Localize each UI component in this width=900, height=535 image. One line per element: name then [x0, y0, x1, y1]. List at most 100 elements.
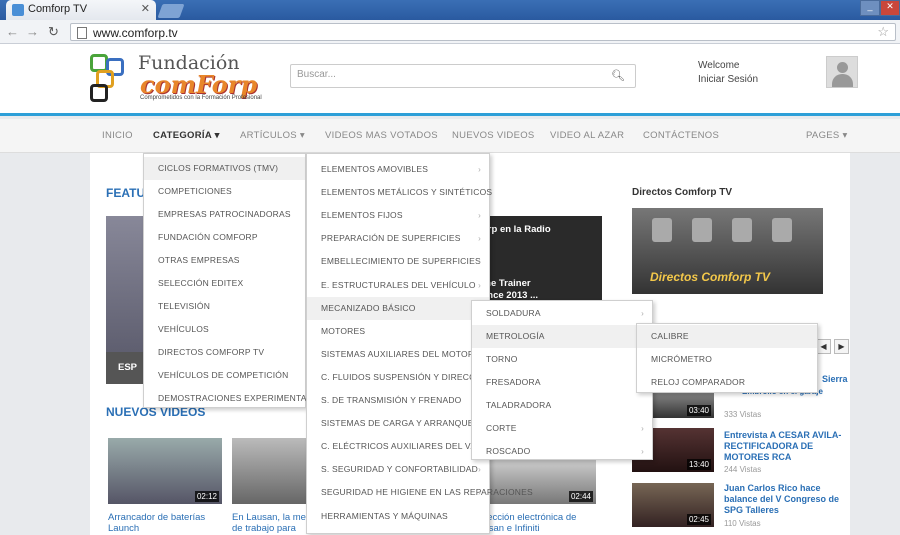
menu-categoria[interactable]: CATEGORÍA ▾ [153, 130, 220, 141]
browser-toolbar: ← → ↻ www.comforp.tv ☆ [0, 20, 900, 44]
mecanizado-item-label: CORTE [486, 423, 517, 433]
mecanizado-item[interactable]: FRESADORA [472, 371, 652, 394]
ciclos-item[interactable]: ELEMENTOS FIJOS › [307, 204, 489, 227]
carousel-next-button[interactable]: ▶ [834, 339, 849, 354]
ciclos-item-label: SEGURIDAD HE HIGIENE EN LAS REPARACIONES [321, 487, 533, 498]
category-item[interactable]: COMPETICIONES [144, 180, 305, 203]
mecanizado-item[interactable]: CORTE › [472, 417, 652, 440]
menu-videos-mas-votados[interactable]: VIDEOS MAS VOTADOS [325, 130, 438, 141]
ciclos-item[interactable]: EMBELLECIMIENTO DE SUPERFICIES › [307, 250, 489, 273]
submenu-arrow-icon: › [478, 234, 481, 244]
logo-icon[interactable] [90, 54, 136, 106]
sidebar-title-3[interactable]: Juan Carlos Rico hace balance del V Cong… [724, 483, 846, 516]
ciclos-item[interactable]: S. SEGURIDAD Y CONFORTABILIDAD › [307, 458, 489, 481]
menu-pages[interactable]: PAGES ▾ [806, 130, 848, 141]
ciclos-item[interactable]: SEGURIDAD HE HIGIENE EN LAS REPARACIONES… [307, 481, 533, 504]
video-caption-1[interactable]: Arrancador de baterías Launch [108, 512, 222, 534]
ciclos-item-label: S. SEGURIDAD Y CONFORTABILIDAD [321, 464, 478, 475]
forward-icon[interactable]: → [26, 24, 39, 39]
sidebar-thumb-3[interactable]: 02:45 [632, 483, 714, 527]
video-duration: 13:40 [686, 459, 711, 470]
metrologia-item-label: CALIBRE [651, 331, 689, 341]
category-item[interactable]: EMPRESAS PATROCINADORAS [144, 203, 305, 226]
category-item[interactable]: DEMOSTRACIONES EXPERIMENTALES [144, 387, 323, 410]
login-link[interactable]: Iniciar Sesión [698, 73, 758, 87]
ciclos-item[interactable]: E. ESTRUCTURALES DEL VEHÍCULO › [307, 274, 489, 297]
category-item[interactable]: DIRECTOS COMFORP TV [144, 341, 305, 364]
ciclos-item[interactable]: SISTEMAS DE CARGA Y ARRANQUE [307, 412, 489, 435]
menu-video-al-azar[interactable]: VIDEO AL AZAR [550, 130, 624, 141]
new-tab-button[interactable] [157, 4, 185, 18]
menu-nuevos-videos[interactable]: NUEVOS VIDEOS [452, 130, 535, 141]
category-item[interactable]: OTRAS EMPRESAS [144, 249, 305, 272]
category-dropdown: CICLOS FORMATIVOS (TMV) COMPETICIONES EMPR… [143, 153, 323, 410]
user-welcome: Welcome Iniciar Sesión [698, 59, 758, 87]
ciclos-item-label: SISTEMAS DE CARGA Y ARRANQUE [321, 418, 474, 429]
video-caption-3[interactable]: rección electrónica de ssan e Infiniti [484, 512, 596, 534]
category-item-label: VEHÍCULOS [158, 324, 209, 334]
metrologia-item[interactable]: MICRÓMETRO [637, 348, 817, 371]
reload-icon[interactable]: ↻ [48, 24, 59, 40]
news-slide[interactable]: orp en la Radio the Trainer ence 2013 ..… [472, 216, 602, 302]
category-item[interactable]: CICLOS FORMATIVOS (TMV) [144, 157, 305, 180]
mecanizado-item-label: FRESADORA [486, 377, 541, 387]
featured-banner[interactable]: ESP [106, 352, 144, 384]
category-item[interactable]: FUNDACIÓN COMFORP [144, 226, 305, 249]
ciclos-item[interactable]: MOTORES [307, 320, 489, 343]
ciclos-item[interactable]: C. ELÉCTRICOS AUXILIARES DEL V. [307, 435, 489, 458]
menu-inicio[interactable]: INICIO [102, 130, 133, 141]
browser-tab[interactable]: Comforp TV ✕ [6, 0, 156, 20]
mecanizado-item[interactable]: ROSCADO › [472, 440, 652, 463]
address-bar[interactable]: www.comforp.tv ☆ [70, 23, 896, 41]
mecanizado-item[interactable]: METROLOGÍA [472, 325, 652, 348]
mecanizado-item[interactable]: TORNO [472, 348, 652, 371]
sidebar-views-3: 110 Vistas [724, 519, 761, 528]
ciclos-item[interactable]: MECANIZADO BÁSICO› [307, 296, 489, 320]
ciclos-item-label: E. ESTRUCTURALES DEL VEHÍCULO [321, 279, 476, 290]
video-caption-2[interactable]: En Lausan, la me de trabajo para [232, 512, 306, 534]
minimize-button[interactable]: _ [860, 0, 880, 16]
back-icon[interactable]: ← [6, 24, 19, 39]
menu-articulos[interactable]: ARTÍCULOS ▾ [240, 130, 305, 141]
mecanizado-item[interactable]: SOLDADURA › [472, 302, 652, 325]
carousel-prev-button[interactable]: ◀ [816, 339, 831, 354]
category-item[interactable]: VEHÍCULOS [144, 318, 305, 341]
live-thumbnail[interactable]: Directos Comforp TV [632, 208, 823, 294]
sidebar-fragment-1[interactable]: Sierra [822, 374, 848, 385]
ciclos-item[interactable]: PREPARACIÓN DE SUPERFICIES › [307, 227, 489, 250]
menu-contactenos[interactable]: CONTÁCTENOS [643, 130, 719, 141]
video-thumb-1[interactable]: 02:12 [108, 438, 222, 504]
category-item-label: TELEVISIÓN [158, 301, 211, 311]
ciclos-item-label: C. FLUIDOS SUSPENSIÓN Y DIRECCIÓN [321, 371, 492, 382]
ciclos-item[interactable]: HERRAMIENTAS Y MÁQUINAS [307, 505, 489, 528]
category-item[interactable]: VEHÍCULOS DE COMPETICIÓN [144, 364, 305, 387]
search-input[interactable]: Buscar... 🔍︎ [290, 64, 636, 88]
category-item[interactable]: TELEVISIÓN [144, 295, 305, 318]
metrologia-item-label: RELOJ COMPARADOR [651, 377, 746, 387]
ciclos-item-label: HERRAMIENTAS Y MÁQUINAS [321, 510, 448, 521]
ciclos-item[interactable]: ELEMENTOS AMOVIBLES › [307, 158, 489, 181]
category-item[interactable]: SELECCIÓN EDITEX [144, 272, 305, 295]
ciclos-item[interactable]: S. DE TRANSMISIÓN Y FRENADO [307, 389, 489, 412]
ciclos-item-label: SISTEMAS AUXILIARES DEL MOTOR [321, 348, 475, 359]
submenu-arrow-icon: › [641, 424, 644, 433]
metrologia-item[interactable]: RELOJ COMPARADOR [637, 371, 817, 394]
close-window-button[interactable]: ✕ [880, 0, 900, 16]
ciclos-item[interactable]: SISTEMAS AUXILIARES DEL MOTOR [307, 343, 489, 366]
submenu-arrow-icon: › [478, 211, 481, 221]
ciclos-item-label: PREPARACIÓN DE SUPERFICIES [321, 233, 461, 244]
sidebar-title-2[interactable]: Entrevista A CESAR AVILA-RECTIFICADORA D… [724, 430, 846, 463]
ciclos-item[interactable]: C. FLUIDOS SUSPENSIÓN Y DIRECCIÓN› [307, 366, 492, 389]
ciclos-item[interactable]: ELEMENTOS METÁLICOS Y SINTÉTICOS [307, 181, 492, 204]
tab-close-icon[interactable]: ✕ [141, 2, 150, 15]
metrologia-item[interactable]: CALIBRE [637, 325, 817, 348]
sidebar-thumb-1[interactable]: 03:40 [650, 392, 714, 418]
avatar[interactable] [826, 56, 858, 88]
search-icon[interactable]: 🔍︎ [611, 69, 625, 82]
browser-tab-strip: Comforp TV ✕ _ ✕ [0, 0, 900, 20]
mecanizado-item[interactable]: TALADRADORA [472, 394, 652, 417]
bookmark-star-icon[interactable]: ☆ [877, 24, 889, 40]
submenu-arrow-icon: › [478, 280, 481, 290]
video-duration: 02:45 [686, 514, 711, 525]
video-thumb-2[interactable] [232, 438, 306, 504]
